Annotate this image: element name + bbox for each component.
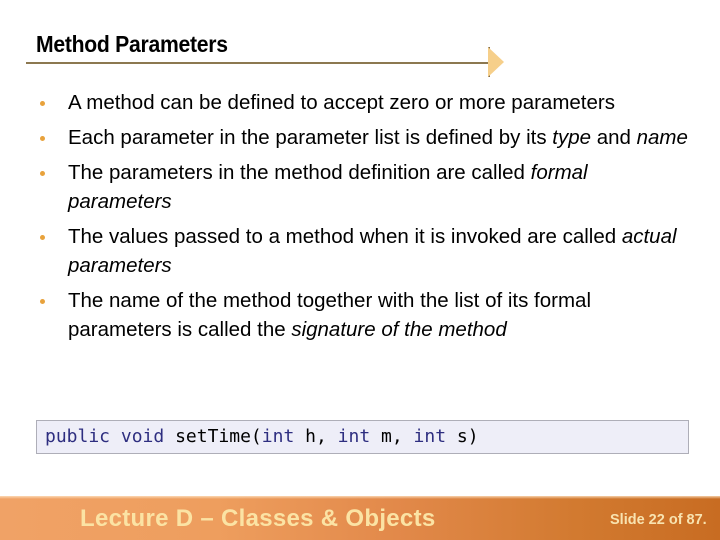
emphasis-text: signature of the method xyxy=(291,318,507,341)
bullet-text: Each parameter in the parameter list is … xyxy=(68,123,688,152)
text-run: The parameters in the method definition … xyxy=(68,161,531,184)
bullet-text: The parameters in the method definition … xyxy=(68,158,688,216)
code-text: s) xyxy=(446,426,479,447)
bullet-dot-icon xyxy=(40,171,45,176)
bullet-item: The parameters in the method definition … xyxy=(0,158,720,216)
code-keyword: int xyxy=(337,426,371,447)
slide-counter: Slide 22 of 87. xyxy=(610,512,707,528)
title-underline xyxy=(26,62,490,64)
bullet-item: A method can be defined to accept zero o… xyxy=(0,88,720,117)
play-arrow-icon xyxy=(488,47,504,77)
bullet-item: The values passed to a method when it is… xyxy=(0,222,720,280)
text-run: The values passed to a method when it is… xyxy=(68,225,622,248)
code-keyword: void xyxy=(120,426,165,447)
code-text: h, xyxy=(294,426,338,447)
code-keyword: int xyxy=(413,426,447,447)
bullet-dot-icon xyxy=(40,235,45,240)
slide-title: Method Parameters xyxy=(36,31,228,57)
bullet-dot-icon xyxy=(40,299,45,304)
code-keyword: int xyxy=(261,426,295,447)
bullet-dot-icon xyxy=(40,101,45,106)
code-text: setTime( xyxy=(164,426,262,447)
code-text: m, xyxy=(370,426,414,447)
bullet-text: The name of the method together with the… xyxy=(68,286,688,344)
bullet-dot-icon xyxy=(40,136,45,141)
bullet-item: The name of the method together with the… xyxy=(0,286,720,344)
emphasis-text: type xyxy=(552,126,592,149)
code-snippet: public void setTime(int h, int m, int s) xyxy=(36,420,689,454)
lecture-title: Lecture D – Classes & Objects xyxy=(80,505,436,532)
footer-banner: Lecture D – Classes & Objects Slide 22 o… xyxy=(0,496,720,540)
bullet-text: The values passed to a method when it is… xyxy=(68,222,688,280)
text-run: A method can be defined to accept zero o… xyxy=(68,91,615,114)
bullet-text: A method can be defined to accept zero o… xyxy=(68,88,688,117)
emphasis-text: name xyxy=(636,126,688,149)
bullet-list: A method can be defined to accept zero o… xyxy=(0,88,720,350)
text-run: Each parameter in the parameter list is … xyxy=(68,126,553,149)
bullet-item: Each parameter in the parameter list is … xyxy=(0,123,720,152)
text-run: and xyxy=(591,126,637,149)
code-keyword: public xyxy=(45,426,111,447)
